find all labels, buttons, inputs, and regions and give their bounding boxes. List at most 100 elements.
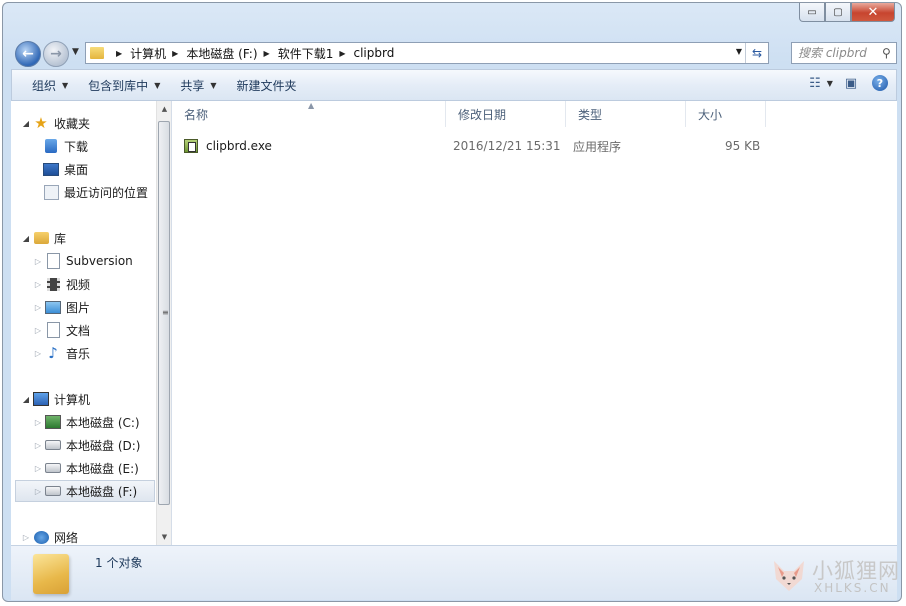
- tree-item-pictures[interactable]: ▷ 图片: [33, 296, 90, 318]
- tree-item-drive-f[interactable]: ▷ 本地磁盘 (F:): [15, 480, 155, 502]
- breadcrumb-drive-f[interactable]: 本地磁盘 (F:): [186, 45, 257, 62]
- refresh-button[interactable]: ⇆: [745, 43, 768, 63]
- view-options-button[interactable]: ☷ ▼: [809, 74, 833, 92]
- forward-arrow-icon: →: [50, 46, 62, 62]
- refresh-icon: ⇆: [751, 46, 763, 60]
- tree-item-drive-c[interactable]: ▷ 本地磁盘 (C:): [33, 411, 140, 433]
- address-history-dropdown[interactable]: ▼: [736, 47, 742, 56]
- tree-item-label: 最近访问的位置: [64, 185, 149, 200]
- forward-button[interactable]: →: [43, 41, 69, 67]
- fox-logo-icon: [774, 561, 804, 591]
- tree-computer-label: 计算机: [54, 392, 91, 407]
- tree-item-label: Subversion: [66, 254, 133, 268]
- list-view-icon: ☷: [809, 75, 821, 91]
- tree-network[interactable]: ▷ 网络: [21, 526, 78, 545]
- file-row[interactable]: clipbrd.exe 2016/12/21 15:31 应用程序 95 KB: [184, 135, 884, 157]
- file-type: 应用程序: [573, 139, 622, 154]
- breadcrumb-software-downloads[interactable]: 软件下载1: [278, 45, 334, 62]
- address-bar[interactable]: ▶ 计算机 ▶ 本地磁盘 (F:) ▶ 软件下载1 ▶ clipbrd ▼ ⇆: [85, 42, 769, 64]
- expanded-arrow-icon[interactable]: ◢: [21, 234, 31, 243]
- tree-libraries[interactable]: ◢ 库: [21, 227, 66, 249]
- preview-pane-button[interactable]: ▣: [842, 74, 860, 92]
- share-button[interactable]: 共享 ▼: [170, 73, 226, 97]
- chevron-down-icon: ▼: [62, 80, 69, 90]
- help-icon[interactable]: ?: [872, 75, 888, 91]
- tree-item-documents[interactable]: ▷ 文档: [33, 319, 90, 341]
- tree-favorites[interactable]: ◢ ★ 收藏夹: [21, 112, 90, 134]
- folder-icon: [33, 554, 69, 594]
- exe-icon: [184, 139, 198, 153]
- tree-item-drive-d[interactable]: ▷ 本地磁盘 (D:): [33, 434, 141, 456]
- organize-button[interactable]: 组织 ▼: [22, 73, 78, 97]
- expanded-arrow-icon[interactable]: ◢: [21, 119, 31, 128]
- breadcrumb-separator-icon[interactable]: ▶: [339, 49, 345, 58]
- scroll-up-arrow-icon[interactable]: ▲: [157, 101, 171, 117]
- tree-item-videos[interactable]: ▷ 视频: [33, 273, 90, 295]
- expanded-arrow-icon[interactable]: ◢: [21, 395, 31, 404]
- recent-pages-button[interactable]: ▼: [72, 47, 79, 57]
- include-in-library-label: 包含到库中: [88, 78, 149, 93]
- sort-ascending-icon: ▲: [308, 101, 315, 110]
- breadcrumb-computer[interactable]: 计算机: [130, 45, 166, 62]
- search-box[interactable]: ⚲: [791, 42, 897, 64]
- column-date-label: 修改日期: [458, 107, 507, 122]
- column-headers: ▲ 名称 修改日期 类型 大小: [172, 101, 897, 127]
- collapsed-arrow-icon[interactable]: ▷: [33, 441, 43, 450]
- collapsed-arrow-icon[interactable]: ▷: [33, 349, 43, 358]
- column-header-size[interactable]: 大小: [686, 101, 766, 127]
- tree-item-label: 本地磁盘 (F:): [66, 484, 138, 499]
- view-controls: ☷ ▼ ▣ ?: [809, 74, 888, 92]
- column-header-name[interactable]: ▲ 名称: [172, 101, 446, 127]
- breadcrumb-separator-icon[interactable]: ▶: [264, 49, 270, 58]
- document-icon: [45, 322, 61, 338]
- maximize-button[interactable]: ▢: [825, 3, 851, 22]
- tree-item-subversion[interactable]: ▷ Subversion: [33, 250, 133, 272]
- scrollbar-thumb[interactable]: ≡: [158, 121, 170, 505]
- command-bar: 组织 ▼ 包含到库中 ▼ 共享 ▼ 新建文件夹 ☷ ▼ ▣ ?: [11, 69, 897, 101]
- tree-computer[interactable]: ◢ 计算机: [21, 388, 90, 410]
- tree-item-label: 图片: [66, 300, 91, 315]
- collapsed-arrow-icon[interactable]: ▷: [33, 418, 43, 427]
- preview-pane-icon: ▣: [844, 75, 858, 91]
- breadcrumb-separator-icon[interactable]: ▶: [172, 49, 178, 58]
- column-header-type[interactable]: 类型: [566, 101, 686, 127]
- collapsed-arrow-icon[interactable]: ▷: [33, 487, 43, 496]
- collapsed-arrow-icon[interactable]: ▷: [33, 303, 43, 312]
- tree-item-music[interactable]: ▷ ♪ 音乐: [33, 342, 90, 364]
- drive-icon: [45, 483, 61, 499]
- tree-item-label: 视频: [66, 277, 91, 292]
- tree-item-desktop[interactable]: 桌面: [43, 158, 88, 180]
- column-name-label: 名称: [184, 107, 209, 122]
- collapsed-arrow-icon[interactable]: ▷: [33, 464, 43, 473]
- collapsed-arrow-icon[interactable]: ▷: [21, 533, 31, 542]
- close-button[interactable]: ✕: [851, 3, 895, 22]
- back-button[interactable]: ←: [15, 41, 41, 67]
- picture-icon: [45, 299, 61, 315]
- nav-pane-scrollbar[interactable]: ▲ ≡ ▼: [156, 101, 171, 545]
- details-pane: 1 个对象: [11, 545, 897, 600]
- collapsed-arrow-icon[interactable]: ▷: [33, 280, 43, 289]
- minimize-button[interactable]: ▭: [799, 3, 825, 22]
- tree-item-drive-e[interactable]: ▷ 本地磁盘 (E:): [33, 457, 139, 479]
- breadcrumb-separator-icon[interactable]: ▶: [116, 49, 122, 58]
- watermark: 小狐狸网 XHLKS.CN: [770, 553, 900, 599]
- include-in-library-button[interactable]: 包含到库中 ▼: [78, 73, 170, 97]
- desktop-icon: [43, 161, 59, 177]
- breadcrumb-clipbrd[interactable]: clipbrd: [353, 46, 394, 60]
- collapsed-arrow-icon[interactable]: ▷: [33, 257, 43, 266]
- search-input[interactable]: [796, 45, 882, 61]
- tree-item-label: 本地磁盘 (D:): [66, 438, 141, 453]
- item-count: 1 个对象: [95, 556, 143, 570]
- scroll-down-arrow-icon[interactable]: ▼: [157, 529, 171, 545]
- tree-item-downloads[interactable]: 下载: [43, 135, 88, 157]
- new-folder-button[interactable]: 新建文件夹: [227, 73, 307, 97]
- search-icon[interactable]: ⚲: [882, 46, 891, 60]
- column-header-date[interactable]: 修改日期: [446, 101, 566, 127]
- tree-item-label: 文档: [66, 323, 91, 338]
- tree-item-label: 本地磁盘 (C:): [66, 415, 140, 430]
- tree-item-recent-places[interactable]: 最近访问的位置: [43, 181, 148, 203]
- file-size: 95 KB: [725, 139, 761, 153]
- collapsed-arrow-icon[interactable]: ▷: [33, 326, 43, 335]
- navigation-row: ← → ▼ ▶ 计算机 ▶ 本地磁盘 (F:) ▶ 软件下载1 ▶ clipbr…: [13, 39, 897, 69]
- grip-icon: ≡: [162, 308, 169, 317]
